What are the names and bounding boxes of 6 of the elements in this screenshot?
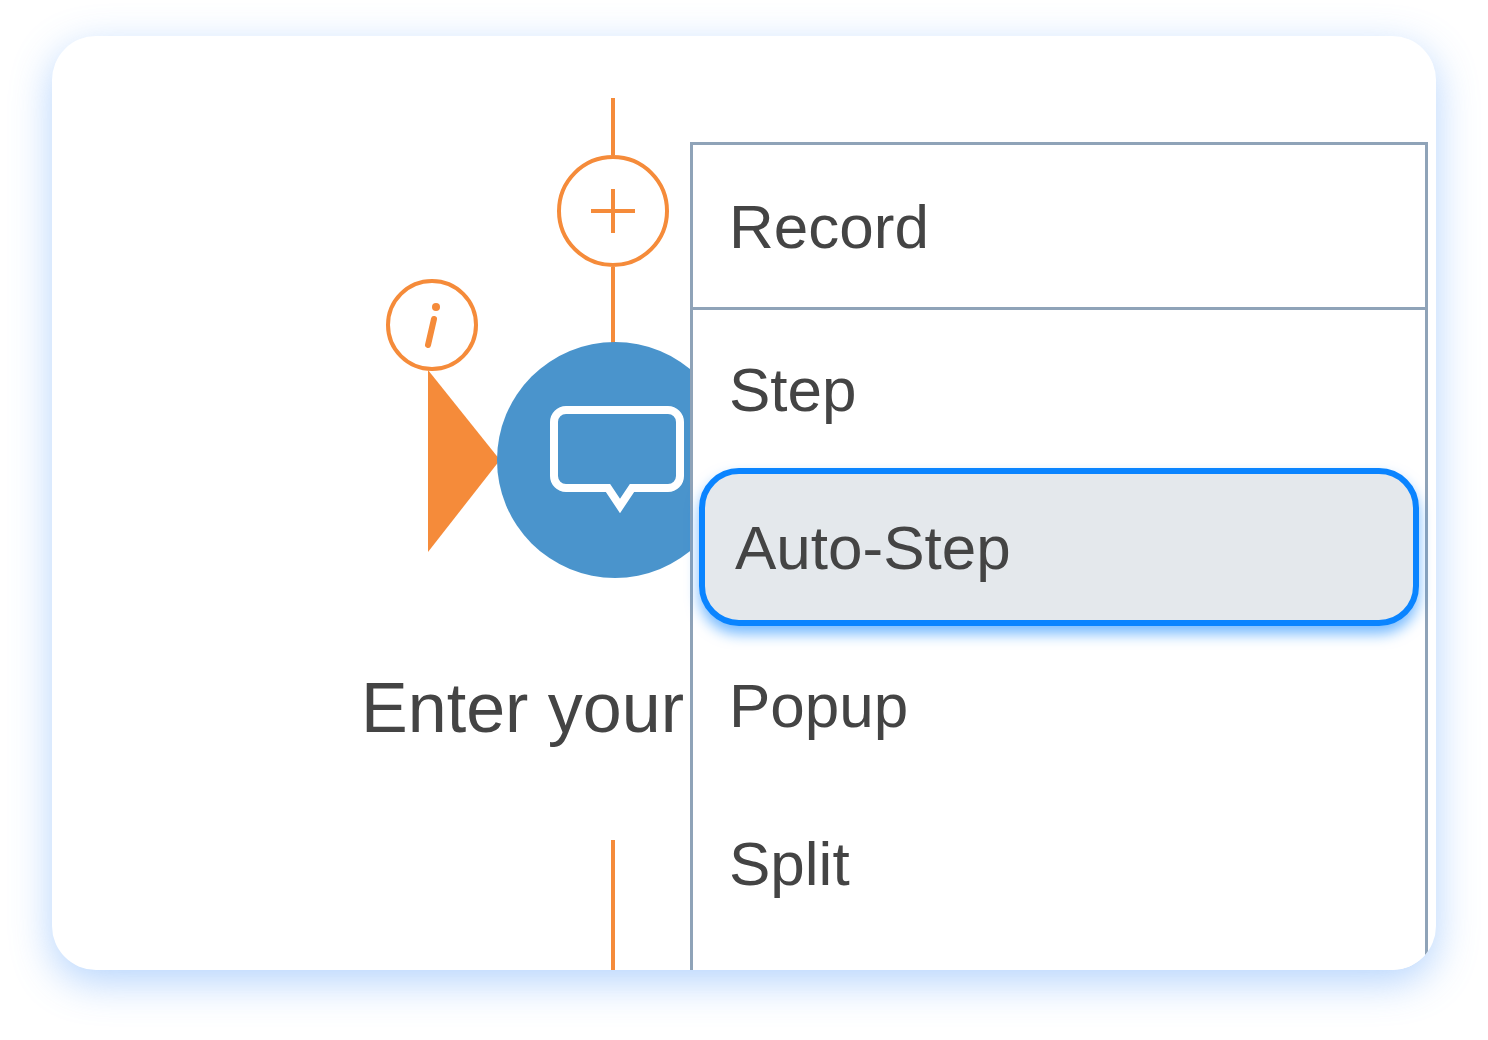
menu-item[interactable]: Record (693, 145, 1425, 310)
step-label: Enter your (361, 668, 684, 749)
menu-item[interactable]: Auto-Step (699, 468, 1419, 626)
menu-item[interactable]: Step (699, 310, 1419, 468)
menu-item[interactable]: Popup (699, 626, 1419, 784)
menu-item[interactable]: Split (699, 784, 1419, 942)
